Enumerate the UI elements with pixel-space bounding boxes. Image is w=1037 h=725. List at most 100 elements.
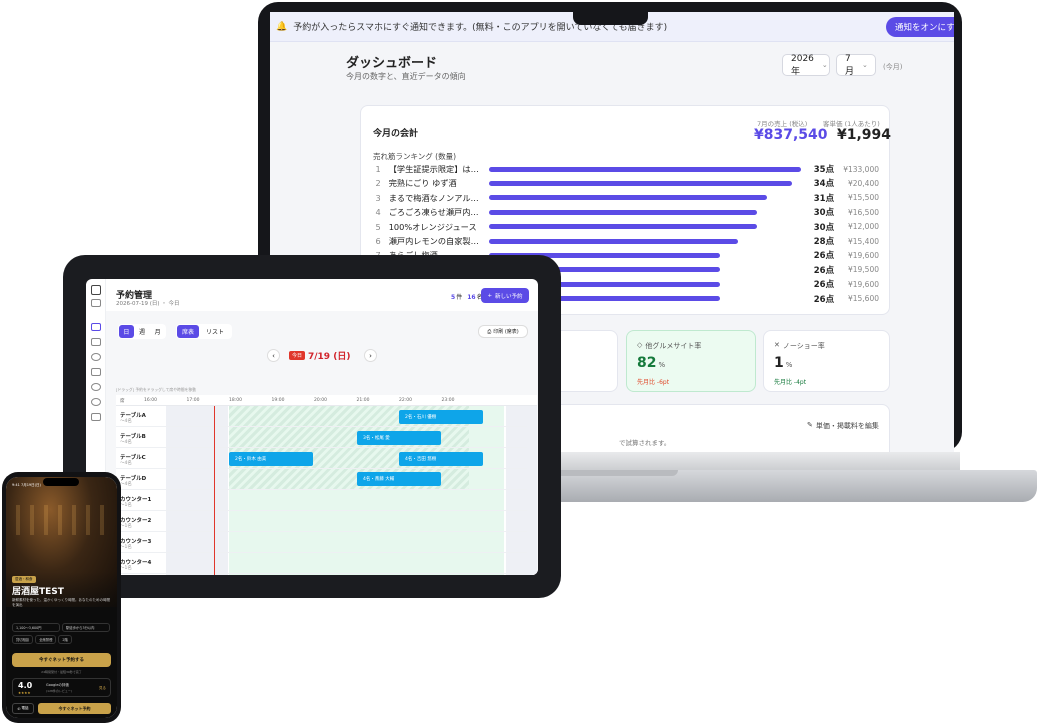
chevron-down-icon: ⌄ [862,61,868,69]
ranking-item-name: 100%オレンジジュース [388,221,477,232]
year-select[interactable]: 2026年 ⌄ [782,54,830,77]
gear-icon[interactable] [91,398,101,406]
camera-notch [573,8,648,25]
rating-stars: ★★★★ [18,691,31,695]
drag-hint: [ドラッグ] 予約をドラッグして席や時間を移動 [116,387,196,392]
ranking-title: 売れ筋ランキング (数量) [373,152,457,161]
seat-row[interactable]: テーブルD 〜4名 [116,469,527,490]
ranking-number: 5 [375,221,381,232]
seat-row[interactable]: カウンター4 〜1名 [116,553,527,574]
view-week-tab[interactable]: 週 [135,325,150,338]
mode-table-tab[interactable]: 席表 [177,325,199,338]
seat-row[interactable]: テーブルB 〜4名 [116,427,527,448]
count-people: 16 [467,294,476,301]
time-label: 18:00 [229,398,242,403]
seat-capacity: 〜1名 [120,566,132,571]
dynamic-island [43,478,79,486]
ranking-amount: ¥133,000 [843,164,879,174]
next-day-button[interactable]: › [364,349,377,362]
plus-icon: + [487,292,493,299]
prev-day-button[interactable]: ‹ [267,349,280,362]
ranking-amount: ¥19,600 [847,250,879,260]
ranking-row: 6 瀬戸内レモンの自家製… 28点 ¥15,400 [369,234,880,248]
ranking-bar [488,195,767,201]
users-icon[interactable] [91,353,101,361]
reservation-block[interactable]: 2名・石川 優樹 [399,410,483,424]
feature-chip: 2階 [58,635,72,644]
ranking-number: 4 [375,207,381,218]
print-label: 印刷 (席表) [493,329,519,335]
grid-icon[interactable] [91,338,101,346]
reservation-block[interactable]: 2名・鈴木 由美 [229,452,313,466]
mode-list-tab[interactable]: リスト [200,325,230,338]
book-icon[interactable] [91,413,101,421]
ranking-amount: ¥15,600 [847,294,879,304]
laptop-groove [548,470,678,476]
edit-pricing-link[interactable]: ✎ 単価・掲載料を編集 [807,421,879,431]
reservation-block[interactable]: 4名・吉田 悠樹 [399,452,483,466]
category-tag: 居酒・和食 [12,576,36,583]
noshow-rate-unit: % [785,361,793,369]
price-info: 1,100〜3,600円 [12,623,60,632]
shield-icon: ◇ [637,341,643,349]
time-header: 席 16:00 17:00 18:00 19:00 20:00 21:00 22:00 23:… [116,395,537,406]
bottom-reserve-button[interactable]: 今すぐネット予約 [38,703,111,714]
time-label: 19:00 [271,398,285,403]
seat-capacity: 〜1名 [120,545,132,550]
feature-chip: 全席禁煙 [35,635,57,644]
ranking-amount: ¥19,600 [847,279,879,289]
enable-notifications-button[interactable]: 通知をオンにする [886,17,954,37]
access-text: 駅徒歩から3分以内 [66,626,95,630]
call-label: 電話 [21,706,29,710]
phone-screen: 9:41 7月19日(日) 居酒・和食 居酒屋TEST 新鮮素材を使った、温かく… [6,477,117,718]
gourmet-rate-value: 82 [637,355,657,371]
ranking-amount: ¥12,000 [847,222,879,232]
ranking-bar-track [488,180,801,186]
gourmet-rate-delta: 先月比 -6pt [637,379,670,386]
call-button[interactable]: ✆ 電話 [12,703,34,714]
view-month-tab[interactable]: 月 [150,325,165,338]
settings-icon[interactable] [91,383,101,391]
chart-icon[interactable] [91,368,101,376]
ranking-amount: ¥15,400 [847,236,879,246]
chevron-down-icon: ⌄ [821,61,828,69]
rating-source: Googleの評価 [46,683,69,687]
feature-chip: 貸切相談 [12,635,34,644]
ranking-bar-track [488,209,801,215]
ranking-bar-track [488,224,801,230]
ranking-item-name: まるで梅酒なノンアル… [388,192,479,203]
bell-icon: 🔔 [276,21,288,32]
access-info: 駅徒歩から3分以内 [62,623,110,632]
ranking-count: 31点 [813,193,835,204]
shop-name: 居酒屋TEST [12,587,64,597]
calendar-icon[interactable] [91,299,101,307]
seat-capacity: 〜4名 [120,440,132,445]
time-label: 23:00 [441,398,455,403]
seat-row[interactable]: カウンター3 〜1名 [116,532,527,553]
print-button[interactable]: ⎙ 印刷 (席表) [478,325,528,338]
ranking-count: 34点 [813,179,835,190]
seat-row[interactable]: カウンター2 〜1名 [116,511,527,532]
rating-link[interactable]: 見る [99,686,106,691]
reservation-block[interactable]: 4名・斎藤 大輔 [357,472,441,486]
seat-row[interactable]: カウンター1 〜1名 [116,490,527,511]
unit-price-value: ¥1,994 [837,127,892,143]
accounting-title: 今月の会計 [373,129,419,139]
time-label: 17:00 [186,398,200,403]
ranking-count: 30点 [813,222,835,233]
ranking-count: 35点 [813,165,835,175]
reservation-counts: 5 件 16 名 [451,292,483,301]
noshow-rate-delta: 先月比 -4pt [774,379,807,386]
calendar-active-icon[interactable] [91,323,101,331]
month-value: 7月 [845,53,855,77]
home-icon[interactable] [91,285,101,295]
view-day-tab[interactable]: 日 [119,325,134,338]
new-reservation-button[interactable]: + 新しい予約 [481,288,529,303]
time-label: 22:00 [399,398,412,403]
ranking-row: 1 【学生証提示限定】は… 35点 ¥133,000 [369,162,880,176]
seat-header: 席 [120,399,125,404]
reservation-block[interactable]: 3名・松尾 愛 [357,431,441,445]
time-label: 20:00 [314,398,327,403]
reserve-online-button[interactable]: 今すぐネット予約する [12,653,111,667]
month-select[interactable]: 7月 ⌄ [836,53,876,77]
